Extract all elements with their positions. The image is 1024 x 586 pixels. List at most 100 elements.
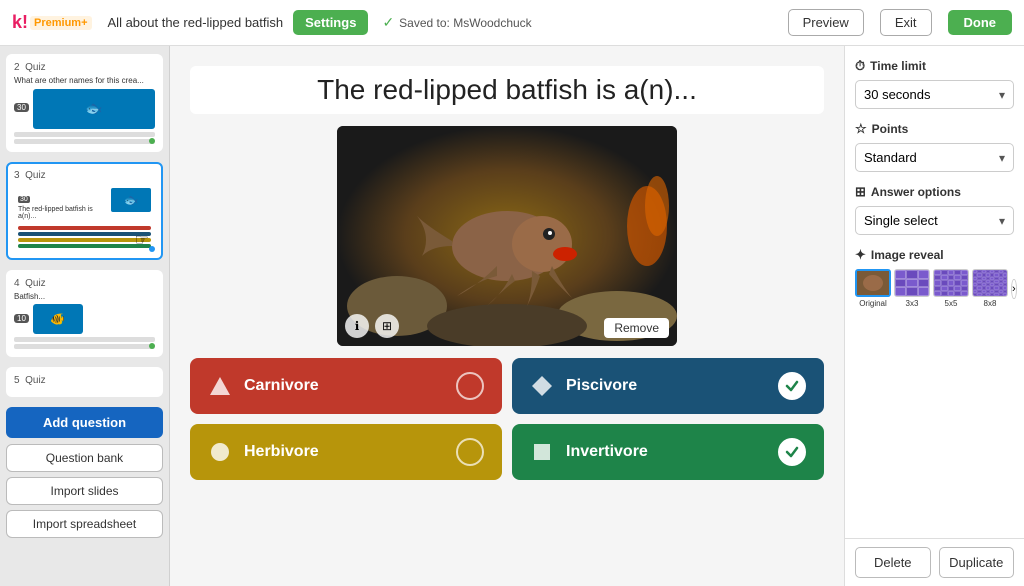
answer-card-carnivore[interactable]: Carnivore <box>190 358 502 414</box>
image-reveal-label: Image reveal <box>871 248 944 262</box>
slide-3-ans-3 <box>18 238 151 242</box>
answer-options-value: Single select <box>864 213 938 228</box>
slide-5-label: 5 Quiz <box>14 375 155 386</box>
reveal-option-5x5[interactable]: 5x5 <box>933 269 969 308</box>
reveal-option-3x3[interactable]: 3x3 <box>894 269 930 308</box>
image-reveal-options: Original 3x3 <box>855 269 1014 308</box>
time-limit-caret-icon: ▾ <box>999 88 1005 102</box>
points-label: Points <box>872 122 909 136</box>
answer-carnivore-text: Carnivore <box>244 377 444 395</box>
time-limit-dropdown[interactable]: 30 seconds ▾ <box>855 80 1014 109</box>
slide-2-ans-1 <box>14 132 155 137</box>
question-title: The red-lipped batfish is a(n)... <box>317 64 697 115</box>
points-title: ☆ Points <box>855 121 1014 137</box>
sidebar-item-slide-3[interactable]: 3 Quiz 🐟 30 The red-lipped batfish is a(… <box>6 162 163 260</box>
answer-piscivore-text: Piscivore <box>566 377 766 395</box>
slide-2-label: 2 Quiz <box>14 62 155 73</box>
invertivore-check[interactable] <box>778 438 806 466</box>
time-limit-title: ⏱ Time limit <box>855 58 1014 74</box>
slide-title: All about the red-lipped batfish <box>108 15 284 30</box>
reveal-3x3-label: 3x3 <box>906 299 919 308</box>
panel-footer: Delete Duplicate <box>845 538 1024 586</box>
time-limit-section: ⏱ Time limit 30 seconds ▾ <box>855 58 1014 109</box>
cursor-icon: ☞ <box>135 230 149 250</box>
check-icon: ✓ <box>382 14 394 31</box>
circle-icon <box>208 440 232 464</box>
answer-herbivore-text: Herbivore <box>244 443 444 461</box>
main-layout: 2 Quiz What are other names for this cre… <box>0 46 1024 586</box>
slide-2-answers <box>14 132 155 144</box>
topbar: k! Premium+ All about the red-lipped bat… <box>0 0 1024 46</box>
image-crop-button[interactable]: ⊞ <box>375 314 399 338</box>
slide-3-badge: 30 <box>18 196 30 203</box>
square-icon <box>530 440 554 464</box>
exit-button[interactable]: Exit <box>880 9 932 36</box>
slide-2-thumb: 🐟 <box>33 89 155 129</box>
slide-2-text: What are other names for this crea... <box>14 76 155 86</box>
fish-image <box>337 126 677 346</box>
triangle-icon <box>208 374 232 398</box>
points-caret-icon: ▾ <box>999 151 1005 165</box>
center-area: The red-lipped batfish is a(n)... <box>170 46 844 586</box>
slide-3-ans-2 <box>18 232 151 236</box>
answer-card-piscivore[interactable]: Piscivore <box>512 358 824 414</box>
answer-card-herbivore[interactable]: Herbivore <box>190 424 502 480</box>
answer-card-invertivore[interactable]: Invertivore <box>512 424 824 480</box>
reveal-original-label: Original <box>859 299 887 308</box>
diamond-icon <box>530 374 554 398</box>
slide-4-thumb: 🐠 <box>33 304 83 334</box>
slide-3-mini-img: 🐟 <box>111 188 151 212</box>
import-spreadsheet-button[interactable]: Import spreadsheet <box>6 510 163 538</box>
reveal-option-original[interactable]: Original <box>855 269 891 308</box>
slide-4-ans-1 <box>14 337 155 342</box>
settings-button[interactable]: Settings <box>293 10 368 35</box>
image-info-button[interactable]: ℹ <box>345 314 369 338</box>
slide-3-label: 3 Quiz <box>14 170 155 181</box>
brand-k: k! <box>12 12 28 33</box>
duplicate-button[interactable]: Duplicate <box>939 547 1015 578</box>
right-panel: ⏱ Time limit 30 seconds ▾ ☆ Points Stand… <box>844 46 1024 586</box>
answer-options-dropdown[interactable]: Single select ▾ <box>855 206 1014 235</box>
delete-button[interactable]: Delete <box>855 547 931 578</box>
answer-options-title: ⊞ Answer options <box>855 184 1014 200</box>
slide-3-mini-answers <box>18 226 151 248</box>
sidebar-item-slide-5[interactable]: 5 Quiz <box>6 367 163 397</box>
time-limit-label: Time limit <box>870 59 926 73</box>
image-area: ℹ ⊞ Remove <box>337 126 677 346</box>
saved-indicator: ✓ Saved to: MsWoodchuck <box>382 14 531 31</box>
carnivore-check[interactable] <box>456 372 484 400</box>
done-button[interactable]: Done <box>948 10 1013 35</box>
sidebar-item-slide-4[interactable]: 4 Quiz Batfish... 10 🐠 <box>6 270 163 358</box>
slide-2-ans-2 <box>14 139 155 144</box>
image-controls: ℹ ⊞ <box>345 314 399 338</box>
question-bank-button[interactable]: Question bank <box>6 444 163 472</box>
herbivore-check[interactable] <box>456 438 484 466</box>
reveal-5x5-label: 5x5 <box>945 299 958 308</box>
reveal-next-button[interactable]: › <box>1011 279 1017 299</box>
star-icon: ☆ <box>855 121 867 137</box>
slide-2-badge: 30 <box>14 103 29 112</box>
reveal-8x8-label: 8x8 <box>984 299 997 308</box>
preview-button[interactable]: Preview <box>788 9 864 36</box>
points-section: ☆ Points Standard ▾ <box>855 121 1014 172</box>
piscivore-check[interactable] <box>778 372 806 400</box>
image-reveal-section: ✦ Image reveal Original <box>855 247 1014 308</box>
points-dropdown[interactable]: Standard ▾ <box>855 143 1014 172</box>
slide-2-dot <box>149 138 155 144</box>
time-limit-value: 30 seconds <box>864 87 931 102</box>
clock-icon: ⏱ <box>855 58 865 74</box>
import-slides-button[interactable]: Import slides <box>6 477 163 505</box>
answer-options-label: Answer options <box>871 185 961 199</box>
answers-grid: Carnivore Piscivore Herbivore <box>190 358 824 480</box>
saved-text: Saved to: MsWoodchuck <box>399 16 532 30</box>
slide-3-ans-4 <box>18 244 151 248</box>
slide-4-ans-2 <box>14 344 155 349</box>
reveal-option-8x8[interactable]: 8x8 <box>972 269 1008 308</box>
sidebar-item-slide-2[interactable]: 2 Quiz What are other names for this cre… <box>6 54 163 152</box>
add-question-button[interactable]: Add question <box>6 407 163 438</box>
right-panel-content: ⏱ Time limit 30 seconds ▾ ☆ Points Stand… <box>845 46 1024 538</box>
image-remove-button[interactable]: Remove <box>604 318 669 338</box>
question-title-container: The red-lipped batfish is a(n)... <box>190 66 824 114</box>
brand-logo: k! Premium+ <box>12 12 92 33</box>
sidebar: 2 Quiz What are other names for this cre… <box>0 46 170 586</box>
